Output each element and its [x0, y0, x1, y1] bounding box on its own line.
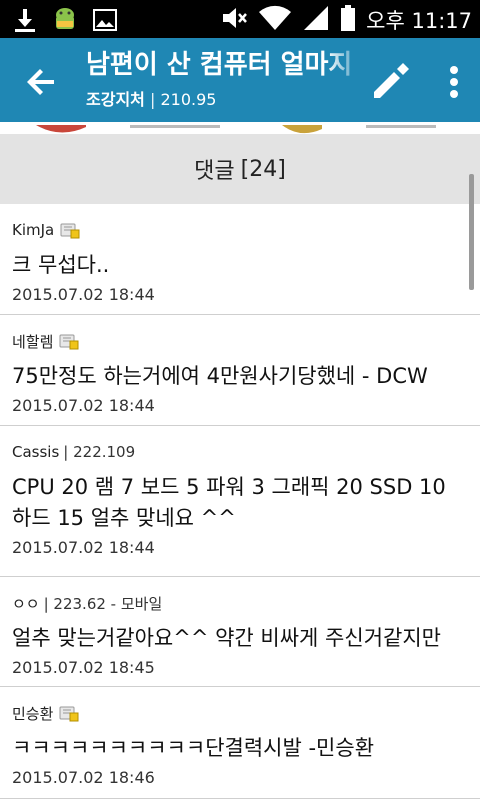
comment-author[interactable]: ㅇㅇ — [12, 593, 40, 614]
edit-button[interactable] — [368, 58, 412, 102]
comment-date: 2015.07.02 18:44 — [12, 285, 155, 304]
article-content-peek — [0, 122, 480, 134]
comment-ip: | 223.62 - 모바일 — [43, 594, 163, 613]
pencil-icon — [374, 63, 409, 98]
more-vertical-icon — [450, 66, 458, 98]
clock: 오후 11:17 — [366, 9, 472, 33]
comment-author[interactable]: 네할렘 — [12, 331, 53, 352]
battery-icon — [340, 4, 356, 36]
member-lock-icon — [59, 704, 79, 722]
arrow-back-icon — [27, 69, 54, 95]
image-icon — [92, 8, 118, 36]
notification-icons — [12, 6, 118, 38]
android-icon — [52, 6, 78, 38]
download-icon — [12, 7, 38, 37]
comment-meta: 네할렘 — [12, 329, 468, 353]
comment-meta: Cassis | 222.109 — [12, 440, 468, 464]
subtitle-separator: | — [149, 90, 156, 109]
back-button[interactable] — [22, 62, 62, 102]
comment-author[interactable]: KimJa — [12, 221, 54, 239]
mute-icon — [220, 4, 248, 36]
title-area: 남편이 산 컴퓨터 얼마지 조강지처 | 210.95 — [86, 48, 366, 110]
comment-list[interactable]: KimJa 크 무섭다.. 2015.07.02 18:44 네할렘 75만정도… — [0, 204, 480, 800]
comment-body: ㅋㅋㅋㅋㅋㅋㅋㅋㅋㅋ단결력시발 -민승환 — [12, 736, 375, 760]
status-bar: 오후 11:17 — [0, 0, 480, 38]
comment-date: 2015.07.02 18:46 — [12, 768, 155, 787]
comment-body: CPU 20 램 7 보드 5 파워 3 그래픽 20 SSD 10 하드 15… — [12, 475, 446, 530]
comment-author[interactable]: Cassis — [12, 443, 59, 461]
signal-icon — [302, 4, 330, 36]
comment-meta: 민승환 — [12, 701, 468, 725]
board-name[interactable]: 조강지처 — [86, 90, 145, 109]
comment-date: 2015.07.02 18:44 — [12, 396, 155, 415]
comment-ip: | 222.109 — [63, 443, 136, 461]
comment-item[interactable]: 민승환 ㅋㅋㅋㅋㅋㅋㅋㅋㅋㅋ단결력시발 -민승환 2015.07.02 18:4… — [0, 687, 480, 799]
wifi-icon — [258, 4, 292, 36]
comments-count: [24] — [240, 156, 286, 182]
comment-item[interactable]: Cassis | 222.109 CPU 20 램 7 보드 5 파워 3 그래… — [0, 426, 480, 577]
page-title: 남편이 산 컴퓨터 얼마지 — [86, 50, 353, 80]
system-icons: 오후 11:17 — [220, 4, 472, 36]
comment-item[interactable]: 네할렘 75만정도 하는거에여 4만원사기당했네 - DCW 2015.07.0… — [0, 315, 480, 426]
overflow-menu-button[interactable] — [440, 62, 468, 102]
view-count: 210.95 — [160, 90, 217, 109]
comment-author[interactable]: 민승환 — [12, 703, 53, 724]
comment-body: 얼추 맞는거같아요^^ 약간 비싸게 주신거같지만 — [12, 626, 441, 650]
comment-meta: KimJa — [12, 218, 468, 242]
comments-header: 댓글 [24] — [0, 134, 480, 204]
page-subtitle: 조강지처 | 210.95 — [86, 86, 366, 110]
title-fade — [326, 48, 366, 84]
scrollbar[interactable] — [469, 174, 474, 290]
member-lock-icon — [59, 332, 79, 350]
comments-label: 댓글 — [194, 159, 235, 184]
member-lock-icon — [60, 221, 80, 239]
comment-body: 크 무섭다.. — [12, 253, 110, 277]
comment-meta: ㅇㅇ | 223.62 - 모바일 — [12, 591, 468, 615]
comment-item[interactable]: ㅇㅇ | 223.62 - 모바일 얼추 맞는거같아요^^ 약간 비싸게 주신거… — [0, 577, 480, 687]
comment-date: 2015.07.02 18:44 — [12, 538, 155, 557]
comment-body: 75만정도 하는거에여 4만원사기당했네 - DCW — [12, 364, 428, 388]
comment-item[interactable]: KimJa 크 무섭다.. 2015.07.02 18:44 — [0, 204, 480, 315]
comment-date: 2015.07.02 18:45 — [12, 658, 155, 677]
app-bar: 남편이 산 컴퓨터 얼마지 조강지처 | 210.95 — [0, 38, 480, 122]
